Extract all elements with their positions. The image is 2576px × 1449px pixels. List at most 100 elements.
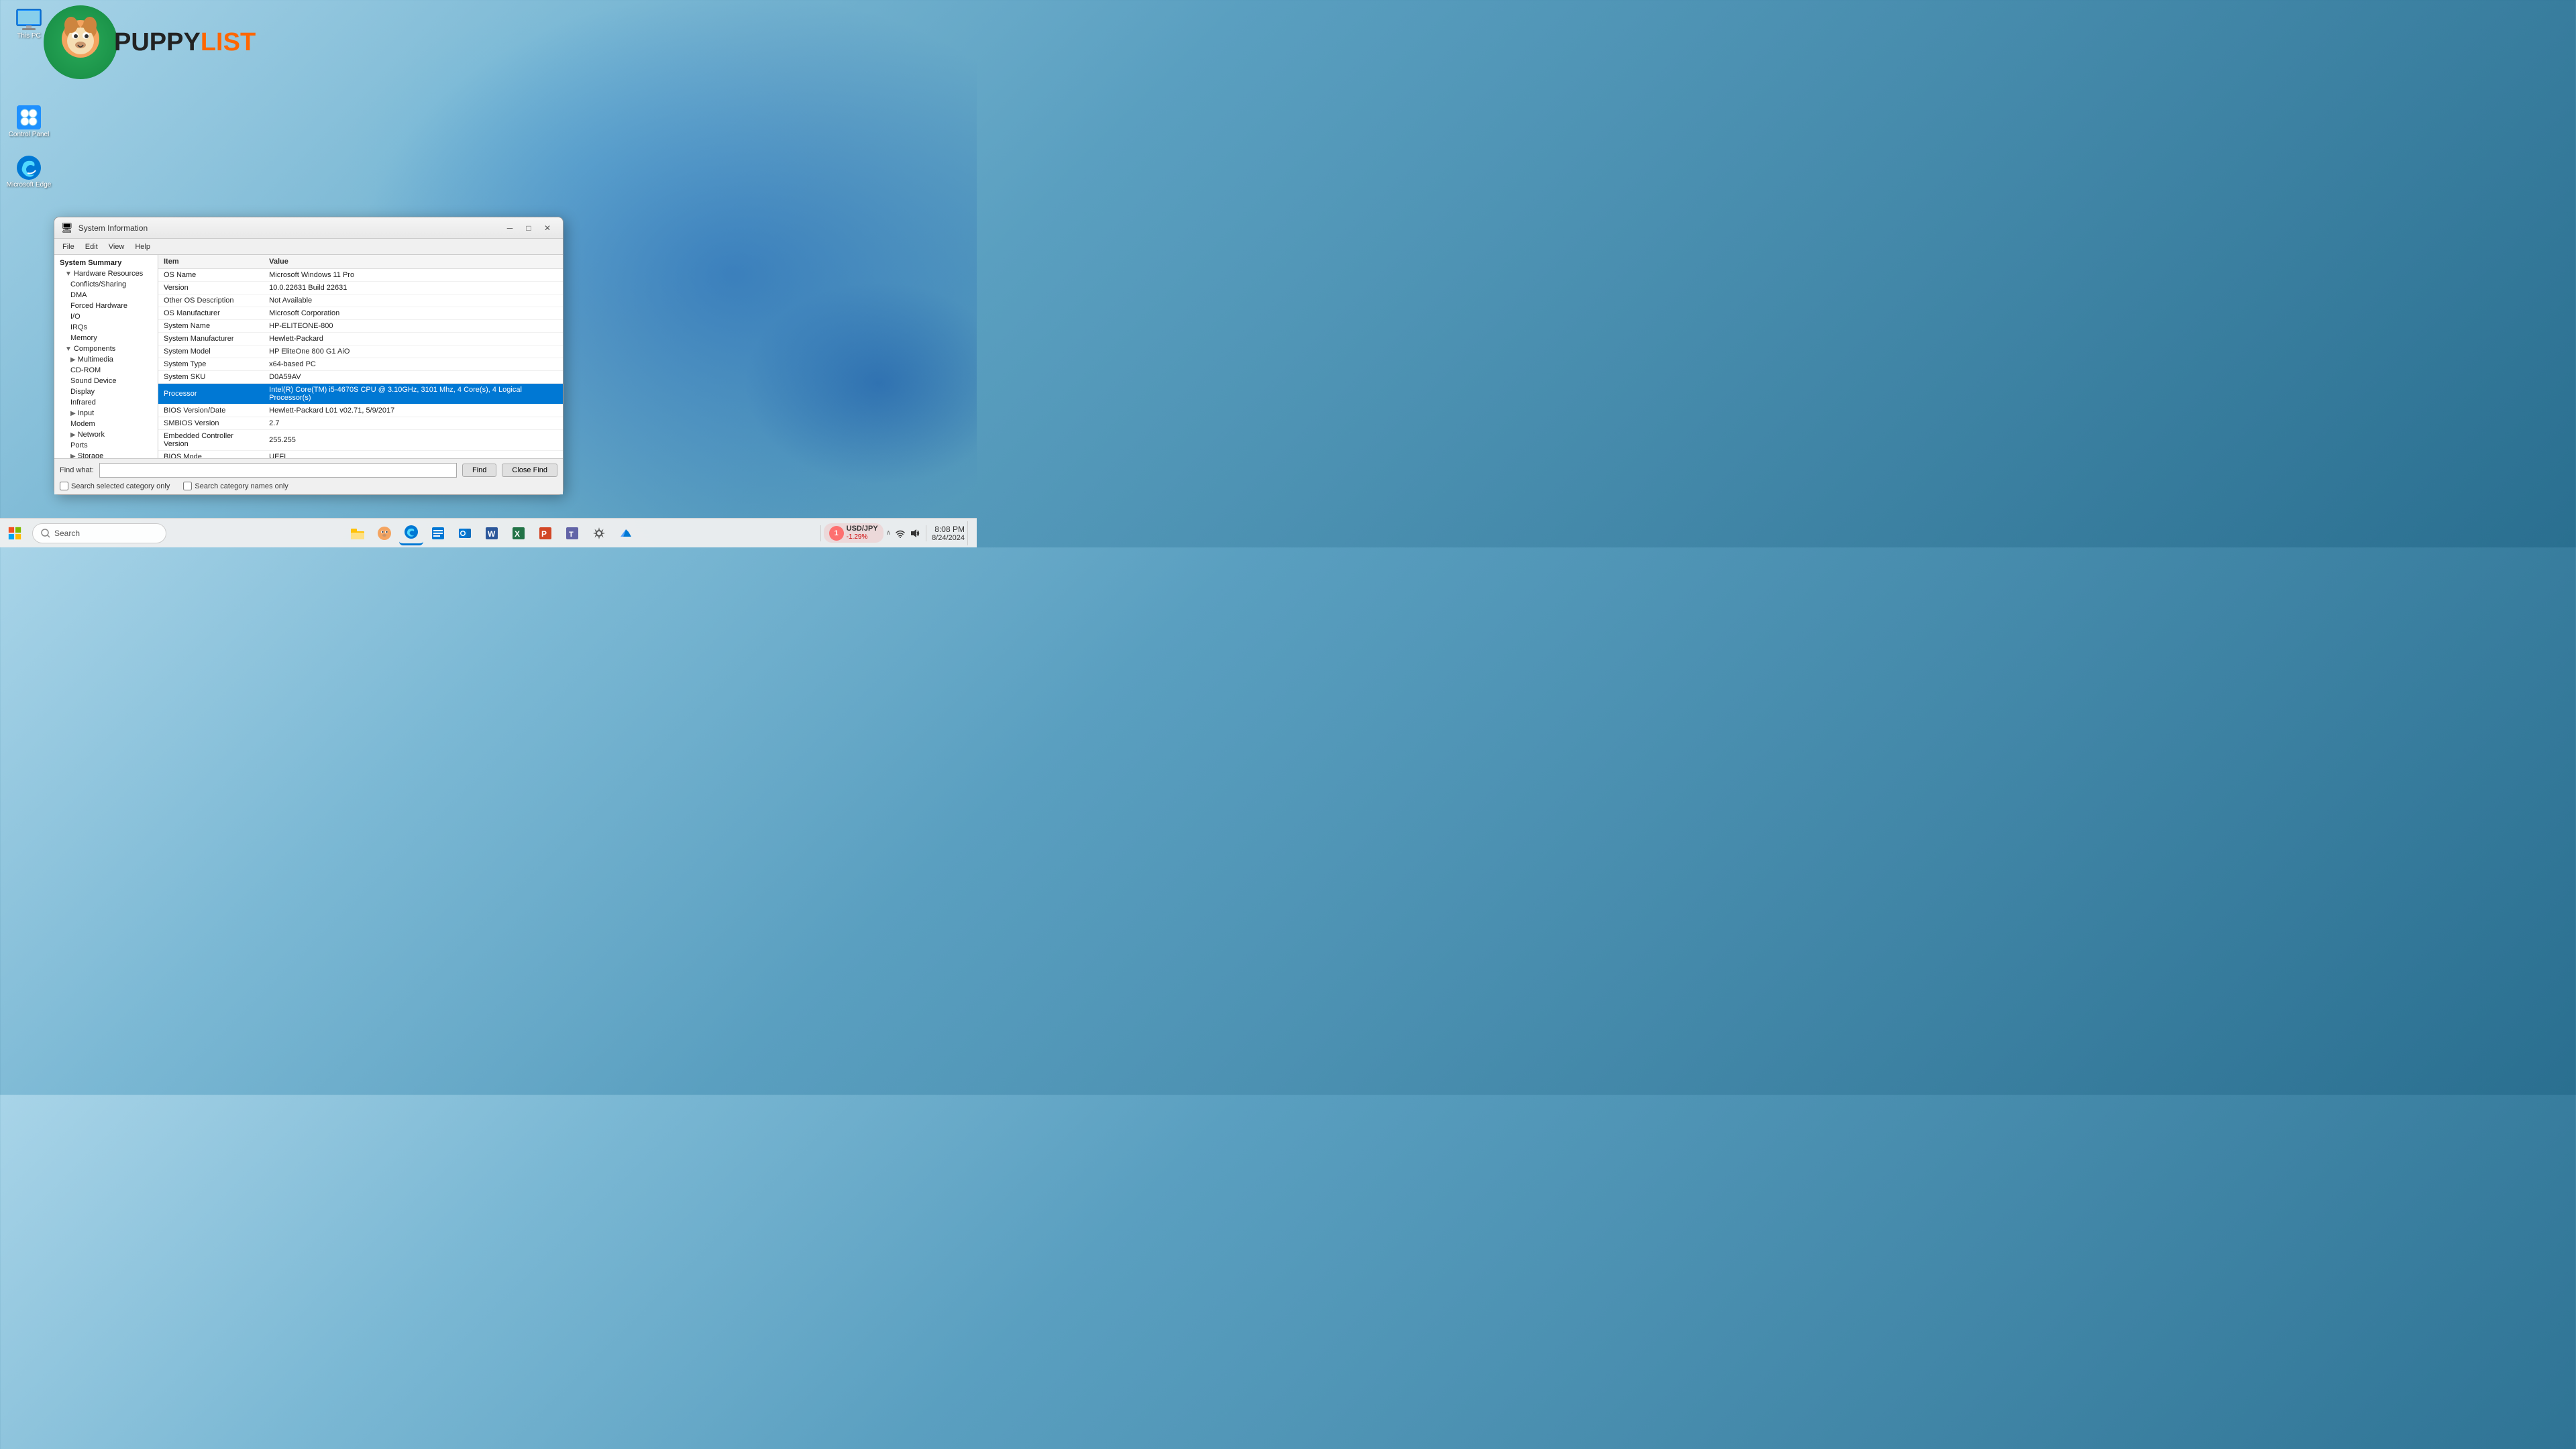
taskbar-icon-settings[interactable] <box>587 521 611 545</box>
taskbar-icon-file-explorer[interactable] <box>345 521 370 545</box>
tree-system-summary-label: System Summary <box>60 259 121 267</box>
tree-sound-label: Sound Device <box>70 377 117 385</box>
tree-infrared[interactable]: Infrared <box>54 397 158 408</box>
teams-icon: T <box>565 526 580 541</box>
tree-conflicts-sharing[interactable]: Conflicts/Sharing <box>54 279 158 290</box>
start-button[interactable] <box>0 519 30 548</box>
check-selected-category: Search selected category only <box>60 482 170 490</box>
taskbar-divider <box>820 525 821 541</box>
menu-edit[interactable]: Edit <box>80 241 103 252</box>
find-bar: Find what: Find Close Find <box>60 463 557 478</box>
edge-taskbar-icon <box>404 525 419 539</box>
menu-file[interactable]: File <box>57 241 80 252</box>
tree-display[interactable]: Display <box>54 386 158 397</box>
tree-input-label: Input <box>78 409 94 417</box>
menu-view[interactable]: View <box>103 241 130 252</box>
tree-dma[interactable]: DMA <box>54 290 158 301</box>
system-info-window: 🖥 System Information ─ □ ✕ File Edit Vie… <box>54 217 564 495</box>
svg-text:T: T <box>569 531 574 539</box>
window-controls: ─ □ ✕ <box>501 221 556 235</box>
tree-storage[interactable]: ▶ Storage <box>54 451 158 458</box>
taskbar-icon-powerpoint[interactable]: P <box>533 521 557 545</box>
minimize-button[interactable]: ─ <box>501 221 519 235</box>
checkbox-category-names[interactable] <box>183 482 192 490</box>
tree-components-toggle: ▼ <box>65 345 72 353</box>
tree-modem[interactable]: Modem <box>54 419 158 429</box>
tree-sound-device[interactable]: Sound Device <box>54 376 158 386</box>
tree-cdrom[interactable]: CD-ROM <box>54 365 158 376</box>
tree-hardware-resources[interactable]: ▼ Hardware Resources <box>54 268 158 279</box>
excel-icon: X <box>511 526 526 541</box>
close-find-button[interactable]: Close Find <box>502 464 557 477</box>
table-row[interactable]: ProcessorIntel(R) Core(TM) i5-4670S CPU … <box>158 384 563 405</box>
taskbar-center-icons: W X P T <box>166 521 818 545</box>
table-row[interactable]: Version10.0.22631 Build 22631 <box>158 282 563 294</box>
tree-multimedia-toggle: ▶ <box>70 356 76 364</box>
menu-help[interactable]: Help <box>129 241 156 252</box>
taskbar-search[interactable]: Search <box>32 523 166 543</box>
tree-network-toggle: ▶ <box>70 431 76 439</box>
tree-components-label: Components <box>74 345 115 353</box>
taskbar-clock[interactable]: 8:08 PM 8/24/2024 <box>932 525 965 542</box>
taskbar-icon-outlook[interactable] <box>453 521 477 545</box>
tree-forced-hardware[interactable]: Forced Hardware <box>54 301 158 311</box>
maximize-button[interactable]: □ <box>520 221 537 235</box>
table-row[interactable]: OS NameMicrosoft Windows 11 Pro <box>158 269 563 282</box>
table-row[interactable]: System NameHP-ELITEONE-800 <box>158 320 563 333</box>
checkbox-selected-category[interactable] <box>60 482 68 490</box>
svg-text:W: W <box>488 529 496 539</box>
edge-icon <box>15 154 42 181</box>
table-row[interactable]: Embedded Controller Version255.255 <box>158 430 563 451</box>
taskbar-icon-azure[interactable] <box>614 521 638 545</box>
tree-io[interactable]: I/O <box>54 311 158 322</box>
tree-input-toggle: ▶ <box>70 410 76 417</box>
taskbar-icon-excel[interactable]: X <box>506 521 531 545</box>
table-row[interactable]: System Typex64-based PC <box>158 358 563 371</box>
tree-components[interactable]: ▼ Components <box>54 343 158 354</box>
find-input[interactable] <box>99 463 457 478</box>
tree-storage-toggle: ▶ <box>70 453 76 459</box>
find-button[interactable]: Find <box>462 464 496 477</box>
control-panel-label: Control Panel <box>9 131 50 138</box>
taskbar-icon-puppy[interactable] <box>372 521 396 545</box>
tree-ports[interactable]: Ports <box>54 440 158 451</box>
tree-input[interactable]: ▶ Input <box>54 408 158 419</box>
find-checkboxes: Search selected category only Search cat… <box>60 482 557 490</box>
table-row[interactable]: BIOS Version/DateHewlett-Packard L01 v02… <box>158 405 563 417</box>
tree-multimedia[interactable]: ▶ Multimedia <box>54 354 158 365</box>
table-row[interactable]: OS ManufacturerMicrosoft Corporation <box>158 307 563 320</box>
desktop-icon-this-pc[interactable]: This PC <box>5 8 52 40</box>
close-button[interactable]: ✕ <box>539 221 556 235</box>
tree-irqs[interactable]: IRQs <box>54 322 158 333</box>
tree-multimedia-label: Multimedia <box>78 356 113 364</box>
tree-network-label: Network <box>78 431 105 439</box>
taskbar-icon-teams[interactable]: T <box>560 521 584 545</box>
taskbar-icon-word[interactable]: W <box>480 521 504 545</box>
tree-memory[interactable]: Memory <box>54 333 158 343</box>
tree-network[interactable]: ▶ Network <box>54 429 158 440</box>
show-desktop-button[interactable] <box>967 521 971 545</box>
table-row[interactable]: BIOS ModeUEFI <box>158 451 563 459</box>
table-row[interactable]: System ManufacturerHewlett-Packard <box>158 333 563 345</box>
tree-system-summary[interactable]: System Summary <box>54 258 158 268</box>
table-row[interactable]: System ModelHP EliteOne 800 G1 AiO <box>158 345 563 358</box>
desktop-icon-edge[interactable]: Microsoft Edge <box>5 154 52 189</box>
azure-icon <box>619 526 633 541</box>
currency-widget[interactable]: 1 USD/JPY -1.29% <box>824 523 883 543</box>
windows-logo-icon <box>7 526 22 541</box>
volume-icon <box>910 528 920 539</box>
window-menubar: File Edit View Help <box>54 239 563 255</box>
table-row[interactable]: SMBIOS Version2.7 <box>158 417 563 430</box>
taskbar-icon-edge-browser[interactable] <box>399 521 423 545</box>
puppylist-logo: PUPPYLIST <box>44 5 256 79</box>
tree-dma-label: DMA <box>70 291 87 299</box>
table-row[interactable]: System SKUD0A59AV <box>158 371 563 384</box>
this-pc-label: This PC <box>17 32 41 40</box>
taskbar-icon-file-manager[interactable] <box>426 521 450 545</box>
search-placeholder: Search <box>54 529 80 538</box>
file-manager-icon <box>431 526 445 541</box>
svg-text:P: P <box>541 529 547 539</box>
desktop-icon-control-panel[interactable]: Control Panel <box>5 104 52 138</box>
table-row[interactable]: Other OS DescriptionNot Available <box>158 294 563 307</box>
expand-tray-icon[interactable]: ∧ <box>886 529 891 537</box>
